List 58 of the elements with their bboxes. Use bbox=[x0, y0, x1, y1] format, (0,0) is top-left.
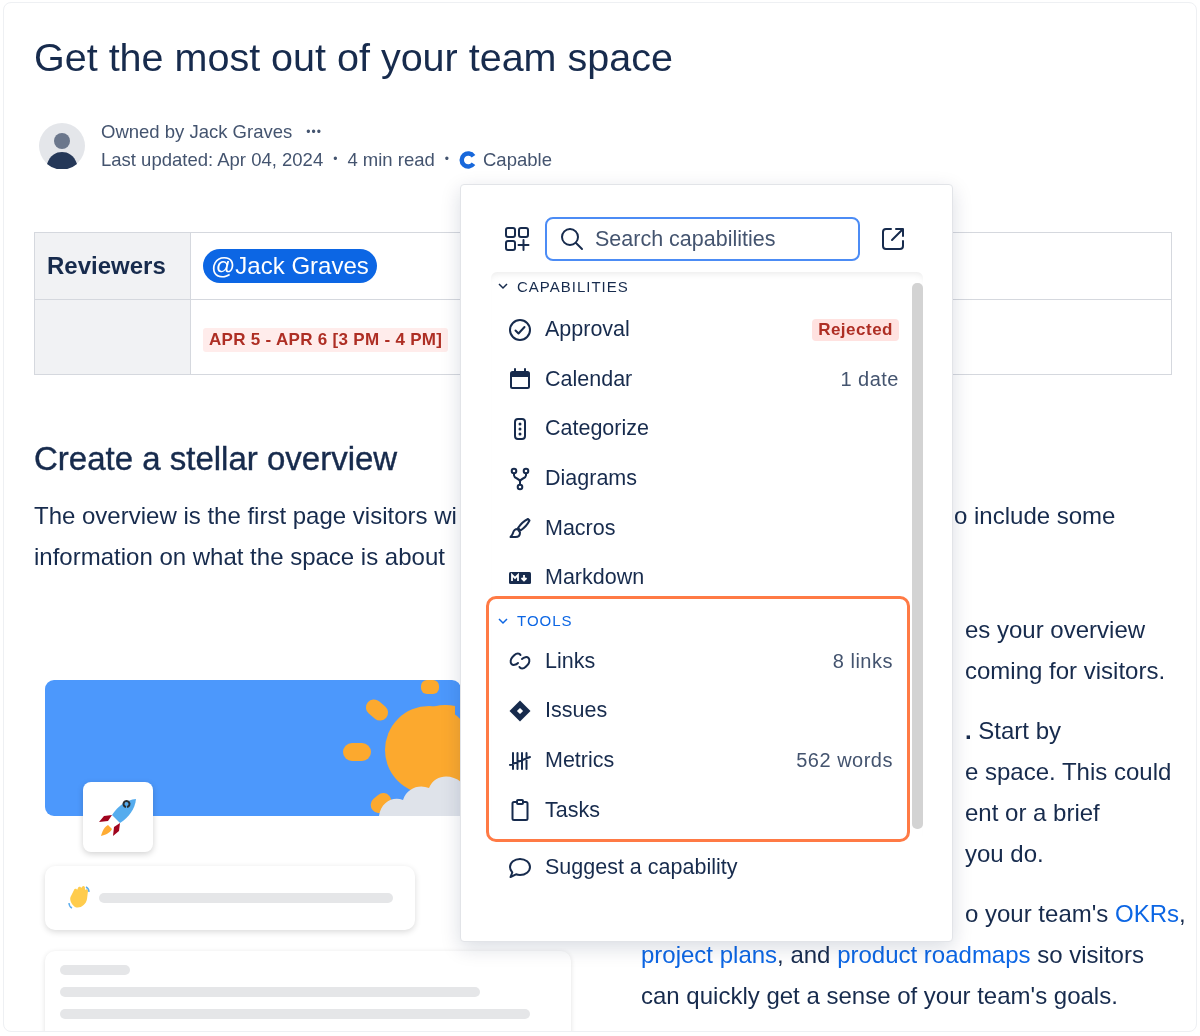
paragraph-text: The overview is the first page visitors wi bbox=[34, 501, 457, 531]
paragraph-text: you do. bbox=[965, 839, 1045, 869]
capability-item[interactable]: Diagrams bbox=[491, 453, 911, 504]
text-link[interactable]: project plans bbox=[641, 941, 778, 968]
capability-item[interactable]: Approval Rejected bbox=[491, 305, 911, 355]
count-text: 8 links bbox=[832, 649, 893, 673]
app-link[interactable]: Capable bbox=[459, 149, 552, 170]
owner-text: Owned by Jack Graves bbox=[101, 121, 293, 142]
capability-item[interactable]: Metrics 562 words bbox=[491, 735, 907, 786]
search-box[interactable]: Search capabilities bbox=[545, 217, 860, 261]
more-button[interactable]: ••• bbox=[302, 124, 326, 139]
search-icon bbox=[559, 226, 585, 252]
header-text: Reviewers bbox=[47, 252, 166, 280]
separator-dot: • bbox=[333, 151, 338, 168]
section-header[interactable]: CAPABILITIES bbox=[491, 273, 911, 305]
mention-tag[interactable]: @Jack Graves bbox=[203, 249, 377, 283]
text-link[interactable]: product roadmaps bbox=[837, 941, 1031, 968]
branch-icon bbox=[508, 466, 532, 491]
calendar-icon bbox=[508, 367, 532, 392]
diamond-icon bbox=[508, 698, 532, 723]
paragraph-text: o your team's OKRs, bbox=[965, 899, 1186, 929]
scrollbar[interactable] bbox=[912, 283, 923, 829]
capability-item[interactable]: Macros bbox=[491, 503, 911, 553]
paragraph-text: ent or a brief bbox=[965, 798, 1101, 828]
avatar-icon bbox=[39, 122, 85, 169]
page-title: Get the most out of your team space bbox=[34, 34, 674, 81]
section-heading: Create a stellar overview bbox=[34, 439, 398, 479]
open-external-icon[interactable] bbox=[880, 226, 906, 252]
paragraph-text: coming for visitors. bbox=[965, 656, 1167, 686]
check-circle-icon bbox=[508, 317, 532, 342]
updated-text: Last updated: Apr 04, 2024 bbox=[101, 149, 324, 170]
count-text: 562 words bbox=[796, 749, 893, 773]
status-lozenge: Rejected bbox=[812, 318, 899, 341]
separator-dot: • bbox=[444, 151, 449, 168]
paragraph-text: o include some bbox=[954, 501, 1116, 531]
capability-item[interactable]: Categorize bbox=[491, 404, 911, 454]
clipboard-icon bbox=[508, 798, 532, 823]
capability-item[interactable]: Issues bbox=[491, 686, 907, 736]
capability-item[interactable]: Links 8 links bbox=[491, 636, 907, 687]
add-apps-icon[interactable] bbox=[503, 225, 531, 253]
read-time-text: 4 min read bbox=[347, 149, 435, 170]
paragraph-text: information on what the space is about bbox=[34, 542, 445, 572]
skeleton-line bbox=[60, 965, 130, 975]
capability-item[interactable]: Calendar 1 date bbox=[491, 354, 911, 405]
speech-bubble-icon bbox=[508, 855, 532, 880]
app-logo-icon bbox=[459, 150, 477, 169]
paragraph-text: e space. This could bbox=[965, 757, 1173, 787]
text-link[interactable]: OKRs bbox=[1115, 900, 1179, 927]
paragraph-text: es your overview bbox=[965, 615, 1147, 645]
suggest-item[interactable]: Suggest a capability bbox=[491, 843, 911, 893]
count-text: 1 date bbox=[840, 367, 899, 391]
date-lozenge: APR 5 - APR 6 [3 PM - 4 PM] bbox=[203, 328, 449, 352]
paintbrush-icon bbox=[508, 516, 532, 541]
chevron-icon bbox=[497, 280, 509, 292]
waving-hand-icon bbox=[67, 885, 91, 911]
paragraph-text: can quickly get a sense of your team's goals. bbox=[641, 981, 1119, 1011]
paragraph-text: . Start by bbox=[965, 716, 1063, 746]
capability-item[interactable]: Tasks bbox=[491, 785, 907, 835]
